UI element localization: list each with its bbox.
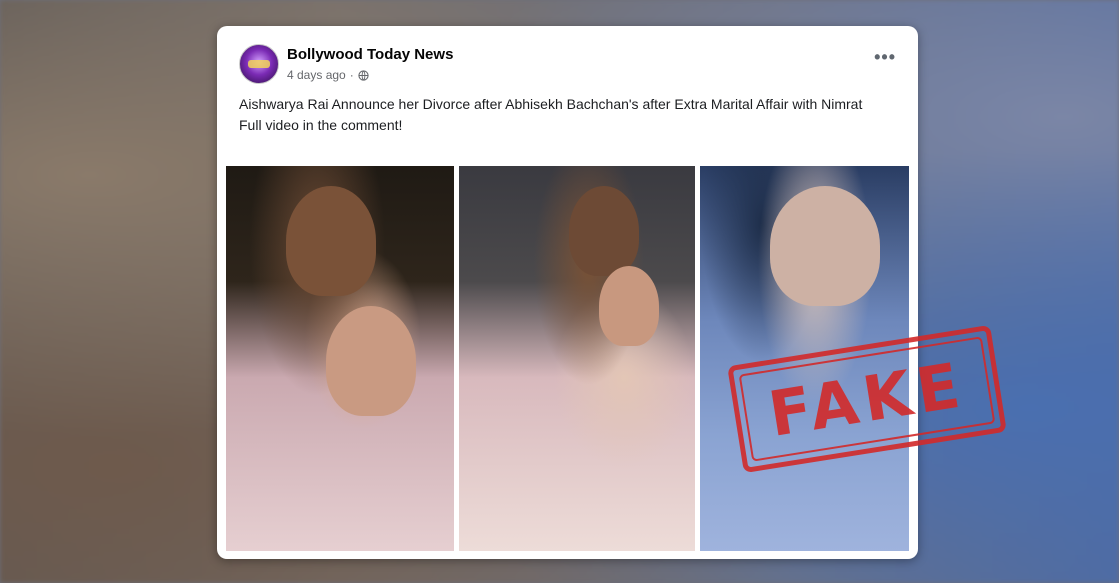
more-options-icon[interactable]: ••• bbox=[874, 48, 896, 66]
photo-subject bbox=[770, 186, 880, 306]
post-text-line: Aishwarya Rai Announce her Divorce after… bbox=[239, 96, 863, 112]
page-name-link[interactable]: Bollywood Today News bbox=[287, 46, 453, 63]
avatar-logo bbox=[248, 60, 270, 68]
photo-couple-1[interactable] bbox=[226, 166, 454, 551]
post-text-line: Full video in the comment! bbox=[239, 117, 403, 133]
post-time[interactable]: 4 days ago bbox=[287, 68, 346, 82]
post-text: Aishwarya Rai Announce her Divorce after… bbox=[239, 94, 899, 136]
page-avatar[interactable] bbox=[239, 44, 279, 84]
meta-separator: · bbox=[349, 68, 354, 82]
photo-subject bbox=[286, 186, 376, 296]
photo-subject bbox=[326, 306, 416, 416]
globe-icon bbox=[358, 69, 369, 81]
photo-couple-2[interactable] bbox=[459, 166, 695, 551]
facebook-post-card: Bollywood Today News 4 days ago · ••• Ai… bbox=[217, 26, 918, 559]
post-meta: 4 days ago · bbox=[287, 68, 369, 82]
photo-subject bbox=[569, 186, 639, 276]
photo-subject bbox=[599, 266, 659, 346]
